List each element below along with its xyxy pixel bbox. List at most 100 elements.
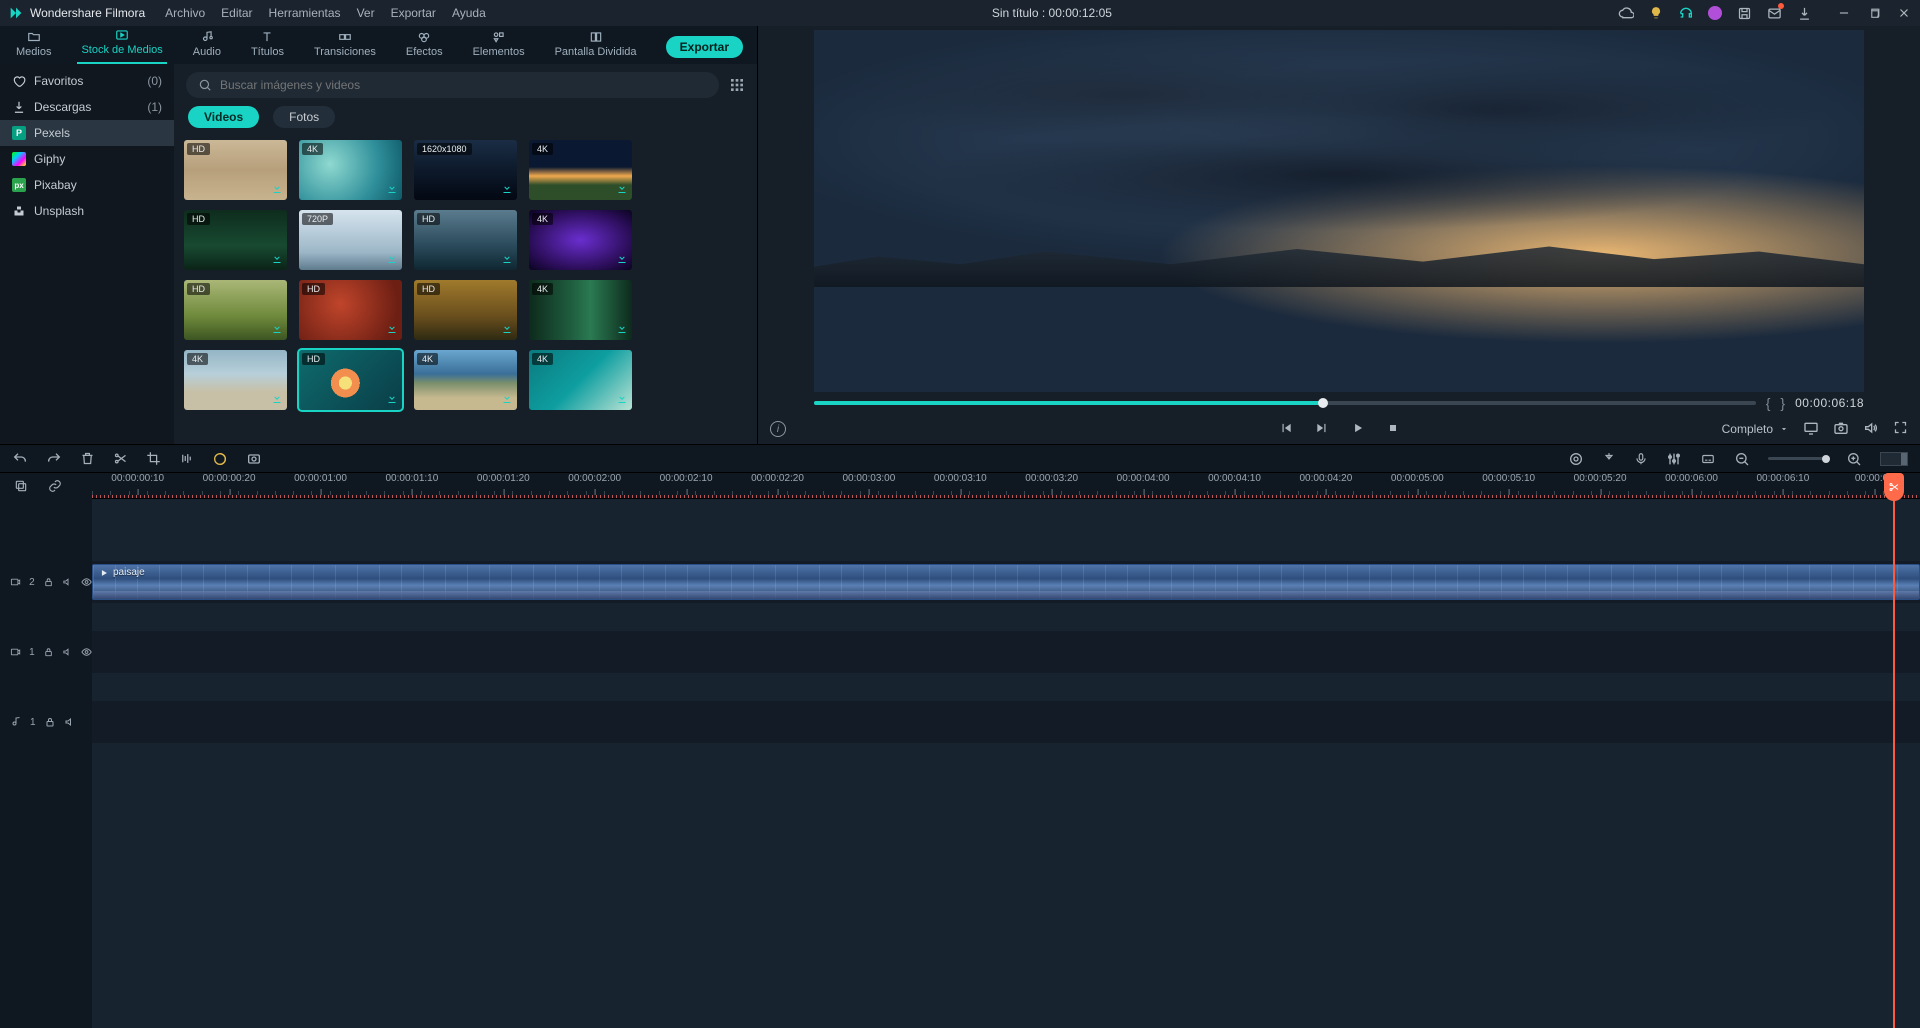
mute-icon[interactable]	[62, 646, 73, 658]
search-input[interactable]	[220, 78, 707, 92]
download-icon[interactable]	[386, 182, 398, 197]
delete-icon[interactable]	[80, 451, 95, 466]
clip-paisaje[interactable]: paisaje	[92, 564, 1920, 600]
tab-titles[interactable]: Títulos	[247, 28, 288, 64]
zoom-out-icon[interactable]	[1734, 451, 1750, 467]
playhead[interactable]	[1893, 473, 1895, 1028]
stock-thumbnail[interactable]: 720P	[299, 210, 402, 270]
tab-effects[interactable]: Efectos	[402, 28, 447, 64]
menu-export[interactable]: Exportar	[391, 6, 436, 20]
stock-thumbnail[interactable]: HD	[299, 280, 402, 340]
stock-thumbnail[interactable]: HD	[299, 350, 402, 410]
download-icon[interactable]	[386, 392, 398, 407]
download-icon[interactable]	[501, 392, 513, 407]
step-back-icon[interactable]	[1279, 421, 1293, 438]
window-close-icon[interactable]	[1896, 5, 1912, 21]
timeline-ruler[interactable]: 00:00:00:1000:00:00:2000:00:01:0000:00:0…	[92, 473, 1920, 499]
mark-in-icon[interactable]: {	[1766, 395, 1771, 411]
menu-file[interactable]: Archivo	[165, 6, 205, 20]
sidebar-item-pixabay[interactable]: px Pixabay	[0, 172, 174, 198]
tab-elements[interactable]: Elementos	[469, 28, 529, 64]
download-icon[interactable]	[616, 322, 628, 337]
message-icon[interactable]	[1766, 5, 1782, 21]
stock-thumbnail[interactable]: HD	[414, 280, 517, 340]
cloud-icon[interactable]	[1618, 5, 1634, 21]
stock-thumbnail[interactable]: 4K	[184, 350, 287, 410]
download-icon[interactable]	[386, 322, 398, 337]
display-icon[interactable]	[1803, 420, 1819, 439]
window-restore-icon[interactable]	[1866, 5, 1882, 21]
lock-icon[interactable]	[43, 646, 54, 658]
speed-duration-icon[interactable]	[179, 451, 194, 466]
tab-media[interactable]: Medios	[12, 28, 55, 64]
mark-out-icon[interactable]: }	[1780, 395, 1785, 411]
menu-edit[interactable]: Editar	[221, 6, 252, 20]
pill-photos[interactable]: Fotos	[273, 106, 335, 128]
mute-icon[interactable]	[62, 576, 73, 588]
menu-view[interactable]: Ver	[357, 6, 375, 20]
lock-icon[interactable]	[44, 716, 56, 728]
undo-icon[interactable]	[12, 451, 28, 467]
zoom-slider[interactable]	[1768, 457, 1828, 460]
subtitle-icon[interactable]	[1700, 452, 1716, 466]
clip-info-icon[interactable]: i	[770, 421, 786, 437]
track-header-v2[interactable]: 2	[0, 561, 92, 603]
window-minimize-icon[interactable]	[1836, 5, 1852, 21]
step-forward-icon[interactable]	[1315, 421, 1329, 438]
split-icon[interactable]	[113, 451, 128, 466]
pill-videos[interactable]: Videos	[188, 106, 259, 128]
stock-thumbnail[interactable]: HD	[184, 210, 287, 270]
copy-icon[interactable]	[14, 479, 28, 493]
download-icon[interactable]	[271, 252, 283, 267]
stop-icon[interactable]	[1387, 422, 1399, 437]
save-icon[interactable]	[1736, 5, 1752, 21]
redo-icon[interactable]	[46, 451, 62, 467]
download-icon[interactable]	[616, 252, 628, 267]
mixer-icon[interactable]	[1568, 451, 1584, 467]
zoom-in-icon[interactable]	[1846, 451, 1862, 467]
sidebar-item-giphy[interactable]: Giphy	[0, 146, 174, 172]
menu-help[interactable]: Ayuda	[452, 6, 486, 20]
sidebar-item-pexels[interactable]: P Pexels	[0, 120, 174, 146]
view-grid-icon[interactable]	[729, 77, 745, 93]
stock-thumbnail[interactable]: HD	[184, 280, 287, 340]
tab-split-screen[interactable]: Pantalla Dividida	[551, 28, 641, 64]
download-icon[interactable]	[271, 182, 283, 197]
preview-canvas[interactable]	[814, 30, 1864, 392]
stock-thumbnail[interactable]: 4K	[299, 140, 402, 200]
record-vo-icon[interactable]	[1634, 451, 1648, 467]
preview-quality-dropdown[interactable]: Completo	[1722, 422, 1789, 436]
tab-audio[interactable]: Audio	[189, 28, 225, 64]
play-icon[interactable]	[1351, 421, 1365, 438]
track-v2[interactable]: paisaje	[92, 561, 1920, 603]
stock-thumbnail[interactable]: 1620x1080	[414, 140, 517, 200]
crop-icon[interactable]	[146, 451, 161, 466]
sidebar-item-unsplash[interactable]: Unsplash	[0, 198, 174, 224]
search-input-wrap[interactable]	[186, 72, 719, 98]
account-avatar-icon[interactable]	[1708, 6, 1722, 20]
lightbulb-icon[interactable]	[1648, 5, 1664, 21]
marker-icon[interactable]	[1602, 451, 1616, 467]
stock-thumbnail[interactable]: 4K	[414, 350, 517, 410]
lock-icon[interactable]	[43, 576, 54, 588]
stock-thumbnail[interactable]: 4K	[529, 280, 632, 340]
download-icon[interactable]	[501, 252, 513, 267]
track-v1[interactable]	[92, 631, 1920, 673]
download-icon[interactable]	[271, 392, 283, 407]
download-icon[interactable]	[386, 252, 398, 267]
menu-tools[interactable]: Herramientas	[269, 6, 341, 20]
tab-stock-media[interactable]: Stock de Medios	[77, 26, 166, 64]
timeline-navigator[interactable]	[1880, 452, 1908, 466]
stock-thumbnail[interactable]: HD	[184, 140, 287, 200]
download-icon[interactable]	[616, 182, 628, 197]
sidebar-item-favorites[interactable]: Favoritos (0)	[0, 68, 174, 94]
tab-transitions[interactable]: Transiciones	[310, 28, 380, 64]
snapshot-icon[interactable]	[1833, 420, 1849, 439]
volume-icon[interactable]	[1863, 420, 1879, 439]
download-icon[interactable]	[616, 392, 628, 407]
eye-icon[interactable]	[81, 576, 92, 588]
download-icon[interactable]	[501, 182, 513, 197]
stock-thumbnail[interactable]: 4K	[529, 210, 632, 270]
headset-icon[interactable]	[1678, 5, 1694, 21]
stock-thumbnail[interactable]: HD	[414, 210, 517, 270]
